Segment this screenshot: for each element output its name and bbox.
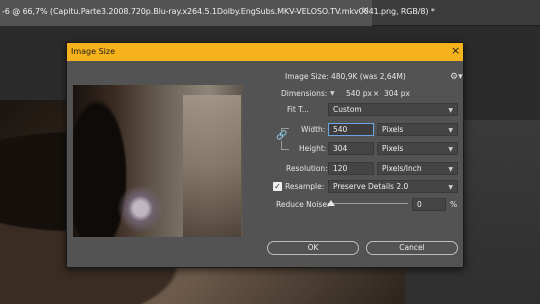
chevron-down-icon: ▼ — [448, 146, 453, 153]
resolution-label: Resolution: — [286, 164, 328, 173]
image-size-value: 480,9K (was 2,64M) — [331, 72, 406, 81]
resolution-unit-value: Pixels/Inch — [382, 164, 422, 173]
close-tab-icon[interactable]: × — [361, 5, 369, 17]
reduce-noise-input[interactable]: 0 — [412, 198, 446, 211]
document-tab-title: -6 @ 66,7% (Capitu.Parte3.2008.720p.Blu-… — [2, 7, 435, 16]
fit-to-label: Fit T... — [287, 105, 310, 114]
dimensions-width: 540 px — [346, 89, 372, 98]
width-label: Width: — [301, 125, 326, 134]
width-unit-select[interactable]: Pixels ▼ — [377, 123, 458, 136]
document-tab-bar: -6 @ 66,7% (Capitu.Parte3.2008.720p.Blu-… — [0, 0, 540, 26]
dimensions-label: Dimensions: — [281, 89, 328, 98]
close-dialog-icon[interactable]: × — [451, 45, 460, 57]
reduce-noise-slider-track[interactable] — [330, 203, 408, 204]
resample-label: Resample: — [285, 182, 325, 191]
image-size-label: Image Size: — [285, 72, 329, 81]
fit-to-select[interactable]: Custom ▼ — [328, 103, 458, 116]
dimensions-times: × — [373, 89, 380, 98]
dialog-titlebar[interactable]: Image Size × — [67, 43, 463, 61]
reduce-noise-unit: % — [450, 200, 458, 209]
chevron-down-icon: ▼ — [448, 166, 453, 173]
chevron-down-icon: ▼ — [448, 127, 453, 134]
reduce-noise-slider-thumb[interactable] — [327, 200, 335, 206]
fit-to-value: Custom — [333, 105, 362, 114]
height-unit-value: Pixels — [382, 144, 404, 153]
link-icon[interactable]: 🔗 — [276, 131, 288, 141]
image-size-dialog: Image Size × Image Size: 480,9K (was 2,6… — [66, 42, 464, 268]
resolution-unit-select[interactable]: Pixels/Inch ▼ — [377, 162, 458, 175]
chevron-down-icon[interactable]: ▼ — [330, 90, 335, 97]
height-input[interactable]: 304 — [328, 142, 374, 155]
resample-select[interactable]: Preserve Details 2.0 ▼ — [328, 180, 458, 193]
gear-icon[interactable]: ⚙▾ — [450, 72, 463, 82]
dialog-title: Image Size — [71, 47, 116, 56]
resample-checkbox[interactable]: ✓ — [273, 182, 282, 191]
chevron-down-icon: ▼ — [448, 184, 453, 191]
height-label: Height: — [299, 144, 327, 153]
document-tab[interactable]: -6 @ 66,7% (Capitu.Parte3.2008.720p.Blu-… — [0, 0, 435, 26]
cancel-button[interactable]: Cancel — [366, 241, 458, 255]
width-input[interactable]: 540 — [328, 123, 374, 136]
width-unit-value: Pixels — [382, 125, 404, 134]
image-preview[interactable] — [73, 85, 243, 237]
height-unit-select[interactable]: Pixels ▼ — [377, 142, 458, 155]
resolution-input[interactable]: 120 — [328, 162, 374, 175]
reduce-noise-label: Reduce Noise: — [276, 200, 330, 209]
chevron-down-icon: ▼ — [448, 107, 453, 114]
ok-button[interactable]: OK — [267, 241, 359, 255]
resample-value: Preserve Details 2.0 — [333, 182, 409, 191]
dimensions-height: 304 px — [384, 89, 410, 98]
